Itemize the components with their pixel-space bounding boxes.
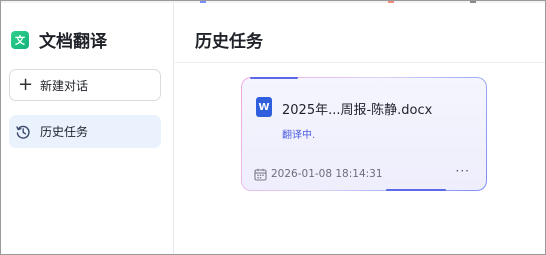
translate-logo-icon: 文 — [11, 30, 29, 49]
task-card[interactable]: W 2025年...周报-陈静.docx 翻译中. 2026-01-08 18:… — [242, 77, 486, 191]
history-icon — [15, 124, 31, 140]
card-accent — [386, 189, 446, 191]
new-chat-label: 新建对话 — [40, 78, 89, 93]
header-divider — [175, 62, 545, 63]
task-filename: 2025年...周报-陈静.docx — [282, 103, 433, 118]
sidebar-item-label: 历史任务 — [40, 125, 89, 139]
sidebar: 文 文档翻译 + 新建对话 历史任务 — [1, 3, 174, 254]
brand: 文 文档翻译 — [11, 27, 107, 52]
card-accent — [250, 77, 298, 79]
task-card-border: W 2025年...周报-陈静.docx 翻译中. 2026-01-08 18:… — [241, 77, 487, 191]
task-timestamp: 2026-01-08 18:14:31 — [271, 168, 383, 180]
task-status: 翻译中. — [282, 130, 316, 141]
sidebar-item-history[interactable]: 历史任务 — [9, 115, 161, 148]
calendar-icon — [254, 168, 267, 181]
plus-icon: + — [18, 74, 34, 95]
new-chat-button[interactable]: + 新建对话 — [9, 69, 161, 101]
app-title: 文档翻译 — [39, 32, 107, 52]
word-doc-icon: W — [256, 97, 272, 117]
more-options-button[interactable]: ··· — [456, 164, 470, 178]
page-title: 历史任务 — [195, 32, 263, 52]
main-panel: 历史任务 W 2025年...周报-陈静.docx 翻译中. 2026-01-0… — [175, 3, 545, 254]
